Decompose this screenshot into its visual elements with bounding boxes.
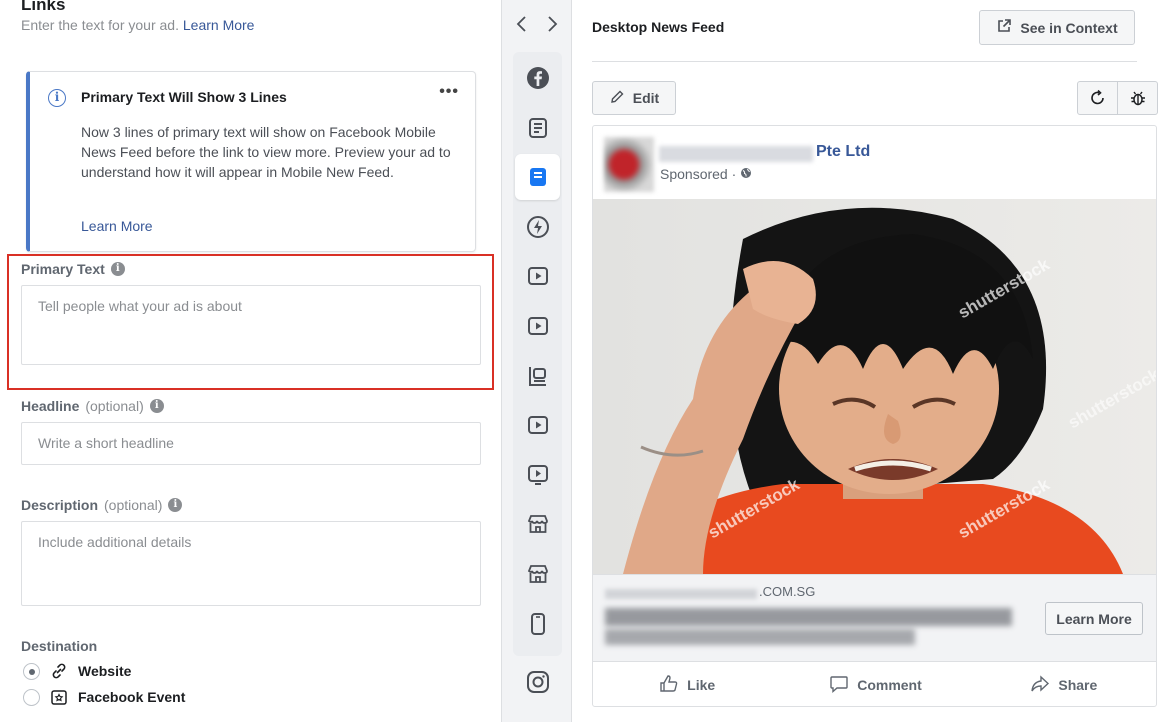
website-radio[interactable] <box>23 662 40 680</box>
info-callout: i Primary Text Will Show 3 Lines ••• Now… <box>26 71 476 252</box>
link-domain: .COM.SG <box>759 584 816 599</box>
placement-nav <box>502 14 572 39</box>
marketplace-icon[interactable] <box>515 501 560 547</box>
sponsored-label: Sponsored · <box>660 166 752 182</box>
section-title: Links <box>21 0 66 14</box>
video-icon[interactable] <box>515 253 560 299</box>
info-callout-body: Now 3 lines of primary text will show on… <box>81 124 451 180</box>
headline-placeholder: Write a short headline <box>38 435 174 451</box>
destination-option-website[interactable]: Website <box>23 662 131 680</box>
comment-icon <box>829 674 849 697</box>
ad-post-preview: Pte Ltd Sponsored · shutterstock shutter… <box>592 125 1157 707</box>
instagram-icon[interactable] <box>526 670 550 699</box>
learn-more-cta-button[interactable]: Learn More <box>1045 602 1143 635</box>
facebook-event-label: Facebook Event <box>78 689 186 705</box>
description-info-icon[interactable]: i <box>168 498 183 512</box>
description-label: Description (optional) i <box>21 497 183 513</box>
description-optional: (optional) <box>104 497 163 513</box>
thumbs-up-icon <box>659 674 679 697</box>
section-learn-more-link[interactable]: Learn More <box>183 17 255 33</box>
website-label: Website <box>78 663 132 679</box>
page-name[interactable]: Pte Ltd <box>816 143 870 161</box>
headline-optional: (optional) <box>85 398 144 414</box>
refresh-icon[interactable] <box>1078 82 1117 114</box>
primary-text-label-text: Primary Text <box>21 261 105 277</box>
placement-strip <box>502 0 572 722</box>
page-avatar <box>604 137 654 192</box>
primary-text-label: Primary Text i <box>21 261 125 277</box>
ad-image: shutterstock shutterstock shutterstock s… <box>593 199 1156 574</box>
edit-button[interactable]: Edit <box>592 81 676 115</box>
divider <box>592 61 1137 62</box>
info-learn-more-link[interactable]: Learn More <box>81 218 153 234</box>
marketplace-icon[interactable] <box>515 551 560 597</box>
right-column-icon[interactable] <box>515 353 560 399</box>
ad-text-panel: Links Enter the text for your ad. Learn … <box>0 0 502 722</box>
info-callout-title: Primary Text Will Show 3 Lines <box>81 89 287 105</box>
mobile-icon[interactable] <box>515 601 560 647</box>
video-icon[interactable] <box>515 402 560 448</box>
primary-text-info-icon[interactable]: i <box>110 262 125 276</box>
like-button[interactable]: Like <box>593 662 781 706</box>
primary-text-placeholder: Tell people what your ad is about <box>38 298 242 314</box>
description-placeholder: Include additional details <box>38 534 192 550</box>
domain-blurred <box>605 589 757 599</box>
share-label: Share <box>1058 677 1098 693</box>
see-in-context-button[interactable]: See in Context <box>979 10 1135 45</box>
share-icon <box>1030 674 1050 697</box>
pencil-icon <box>609 89 625 108</box>
comment-label: Comment <box>857 677 922 693</box>
headline-input[interactable]: Write a short headline <box>21 422 481 465</box>
chevron-left-icon[interactable] <box>515 14 529 39</box>
sponsored-text: Sponsored · <box>660 166 737 182</box>
headline-label: Headline (optional) i <box>21 398 164 414</box>
comment-button[interactable]: Comment <box>781 662 969 706</box>
facebook-event-radio[interactable] <box>23 688 40 706</box>
primary-text-input[interactable]: Tell people what your ad is about <box>21 285 481 365</box>
instant-article-icon[interactable] <box>515 204 560 250</box>
bug-icon[interactable] <box>1117 82 1157 114</box>
placement-list <box>513 52 562 656</box>
link-headline-blurred-2 <box>605 629 915 645</box>
headline-label-text: Headline <box>21 398 80 414</box>
video-icon[interactable] <box>515 303 560 349</box>
preview-tools <box>1077 81 1158 115</box>
see-in-context-label: See in Context <box>1020 19 1118 36</box>
chevron-right-icon[interactable] <box>545 14 559 39</box>
preview-title: Desktop News Feed <box>592 19 725 35</box>
post-actions: Like Comment Share <box>593 662 1156 706</box>
link-card[interactable]: .COM.SG Learn More <box>593 574 1156 662</box>
destination-option-facebook-event[interactable]: Facebook Event <box>23 688 185 706</box>
section-subtitle: Enter the text for your ad. Learn More <box>21 17 254 33</box>
headline-info-icon[interactable]: i <box>149 399 164 413</box>
external-link-icon <box>996 18 1012 37</box>
share-button[interactable]: Share <box>970 662 1156 706</box>
like-label: Like <box>687 677 716 693</box>
more-options-icon[interactable]: ••• <box>439 83 459 101</box>
ad-preview-panel: Desktop News Feed See in Context Edit Pt… <box>572 0 1158 722</box>
description-label-text: Description <box>21 497 99 513</box>
link-icon <box>50 662 68 680</box>
edit-label: Edit <box>632 90 660 106</box>
section-subtitle-text: Enter the text for your ad. <box>21 17 179 33</box>
event-star-icon <box>50 688 68 706</box>
feed-icon[interactable] <box>515 105 560 151</box>
desktop-feed-icon[interactable] <box>515 154 560 201</box>
destination-label: Destination <box>21 638 98 654</box>
globe-icon <box>740 166 752 182</box>
info-icon: i <box>48 89 66 107</box>
description-input[interactable]: Include additional details <box>21 521 481 606</box>
link-headline-blurred <box>605 608 1012 626</box>
facebook-icon[interactable] <box>515 55 560 101</box>
page-name-blurred <box>659 146 813 162</box>
video-feed-icon[interactable] <box>515 452 560 498</box>
